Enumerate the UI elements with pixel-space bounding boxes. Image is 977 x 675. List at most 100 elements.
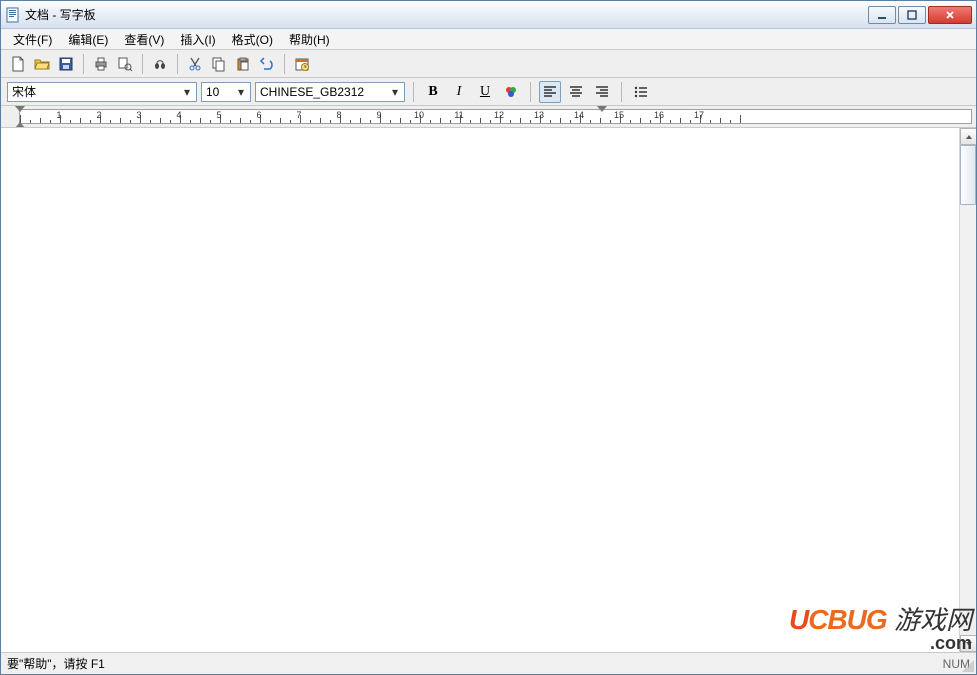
bullets-button[interactable]: [630, 81, 652, 103]
scroll-thumb[interactable]: [960, 145, 976, 205]
ruler-number: 5: [216, 110, 221, 120]
bold-button[interactable]: B: [422, 81, 444, 103]
font-size-value: 10: [206, 85, 234, 99]
ruler-tick: [170, 120, 171, 123]
font-name-combo[interactable]: 宋体 ▾: [7, 82, 197, 102]
dropdown-arrow-icon[interactable]: ▾: [180, 85, 194, 99]
ruler-tick: [590, 120, 591, 123]
first-line-indent-marker[interactable]: [15, 106, 25, 112]
app-icon: [5, 7, 21, 23]
status-help-text: 要"帮助"，请按 F1: [7, 655, 105, 672]
undo-icon[interactable]: [256, 53, 278, 75]
toolbar-separator: [177, 54, 178, 74]
ruler-tick: [570, 120, 571, 123]
maximize-button[interactable]: [898, 6, 926, 24]
ruler-number: 13: [534, 110, 544, 120]
scroll-up-button[interactable]: [960, 128, 976, 145]
ruler-number: 10: [414, 110, 424, 120]
ruler-tick: [490, 120, 491, 123]
vertical-scrollbar[interactable]: [959, 128, 976, 652]
ruler-tick: [30, 120, 31, 123]
menu-file[interactable]: 文件(F): [5, 29, 60, 50]
menu-insert[interactable]: 插入(I): [172, 29, 223, 50]
ruler-tick: [370, 120, 371, 123]
ruler-number: 12: [494, 110, 504, 120]
titlebar: 文档 - 写字板: [1, 1, 976, 29]
ruler-tick: [680, 118, 681, 123]
ruler-tick: [320, 118, 321, 123]
align-center-button[interactable]: [565, 81, 587, 103]
ruler-tick: [640, 118, 641, 123]
print-preview-icon[interactable]: [114, 53, 136, 75]
paste-icon[interactable]: [232, 53, 254, 75]
ruler-tick: [90, 120, 91, 123]
cut-icon[interactable]: [184, 53, 206, 75]
save-icon[interactable]: [55, 53, 77, 75]
ruler-tick: [410, 120, 411, 123]
window-title: 文档 - 写字板: [25, 6, 868, 23]
ruler-number: 1: [56, 110, 61, 120]
menu-help[interactable]: 帮助(H): [281, 29, 338, 50]
ruler-tick: [190, 120, 191, 123]
toolbar-separator: [142, 54, 143, 74]
ruler-tick: [330, 120, 331, 123]
new-icon[interactable]: [7, 53, 29, 75]
ruler-number: 9: [376, 110, 381, 120]
minimize-button[interactable]: [868, 6, 896, 24]
ruler-tick: [70, 120, 71, 123]
ruler-tick: [150, 120, 151, 123]
ruler-tick: [240, 118, 241, 123]
ruler-tick: [430, 120, 431, 123]
scroll-down-button[interactable]: [960, 635, 976, 652]
menu-format[interactable]: 格式(O): [224, 29, 281, 50]
color-button[interactable]: [500, 81, 522, 103]
open-icon[interactable]: [31, 53, 53, 75]
ruler-tick: [610, 120, 611, 123]
align-left-button[interactable]: [539, 81, 561, 103]
window-controls: [868, 6, 972, 24]
ruler-tick: [350, 120, 351, 123]
dropdown-arrow-icon[interactable]: ▾: [234, 85, 248, 99]
ruler-tick: [740, 115, 741, 123]
ruler-tick: [520, 118, 521, 123]
find-icon[interactable]: [149, 53, 171, 75]
ruler-tick: [120, 118, 121, 123]
right-indent-marker[interactable]: [597, 106, 607, 112]
ruler-tick: [470, 120, 471, 123]
charset-combo[interactable]: CHINESE_GB2312 ▾: [255, 82, 405, 102]
document-area[interactable]: [1, 128, 976, 652]
close-button[interactable]: [928, 6, 972, 24]
toolbar-separator: [413, 82, 414, 102]
ruler-tick: [210, 120, 211, 123]
ruler-tick: [510, 120, 511, 123]
print-icon[interactable]: [90, 53, 112, 75]
ruler-tick: [550, 120, 551, 123]
statusbar: 要"帮助"，请按 F1 NUM: [1, 652, 976, 674]
copy-icon[interactable]: [208, 53, 230, 75]
ruler-number: 7: [296, 110, 301, 120]
ruler-tick: [440, 118, 441, 123]
resize-grip-icon[interactable]: [960, 658, 974, 672]
underline-button[interactable]: U: [474, 81, 496, 103]
ruler-tick: [40, 118, 41, 123]
ruler-tick: [50, 120, 51, 123]
ruler-tick: [720, 118, 721, 123]
dropdown-arrow-icon[interactable]: ▾: [388, 85, 402, 99]
ruler-tick: [670, 120, 671, 123]
ruler[interactable]: 1234567891011121314151617: [1, 106, 976, 128]
ruler-tick: [710, 120, 711, 123]
align-right-button[interactable]: [591, 81, 613, 103]
charset-value: CHINESE_GB2312: [260, 85, 388, 99]
ruler-tick: [110, 120, 111, 123]
date-time-icon[interactable]: [291, 53, 313, 75]
ruler-number: 6: [256, 110, 261, 120]
font-size-combo[interactable]: 10 ▾: [201, 82, 251, 102]
ruler-tick: [400, 118, 401, 123]
menu-edit[interactable]: 编辑(E): [60, 29, 116, 50]
menu-view[interactable]: 查看(V): [116, 29, 172, 50]
toolbar-separator: [284, 54, 285, 74]
window-frame: 文档 - 写字板 文件(F) 编辑(E) 查看(V) 插入(I) 格式(O) 帮…: [0, 0, 977, 675]
italic-button[interactable]: I: [448, 81, 470, 103]
ruler-tick: [630, 120, 631, 123]
ruler-number: 2: [96, 110, 101, 120]
